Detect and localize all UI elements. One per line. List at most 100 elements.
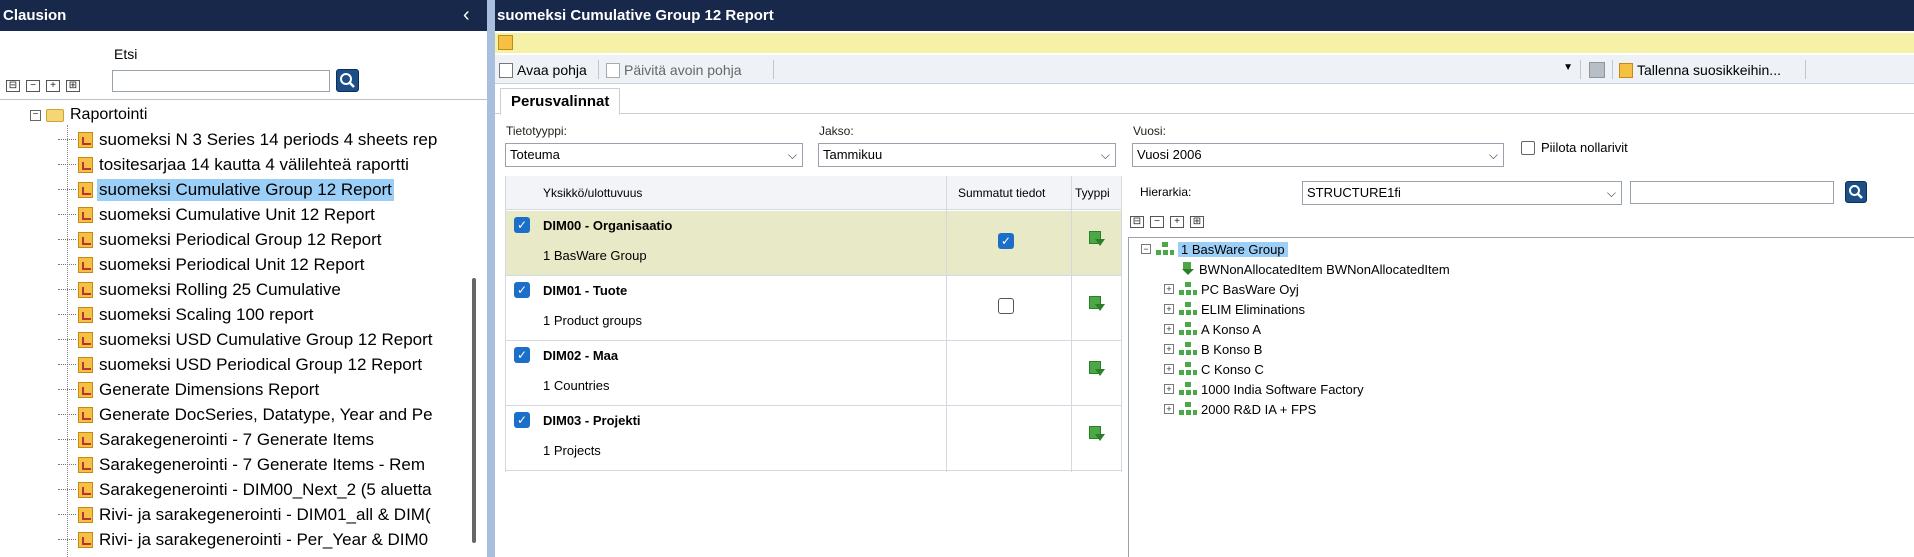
hierarchy-node[interactable]: +2000 R&D IA + FPS [1164, 399, 1316, 419]
tree-item[interactable]: Generate Dimensions Report [58, 377, 321, 402]
hierarchy-node[interactable]: + ELIM Eliminations [1164, 299, 1305, 319]
tree-item[interactable]: suomeksi USD Cumulative Group 12 Report [58, 327, 435, 352]
datatype-select[interactable]: Toteuma ⌵ [505, 143, 803, 167]
table-row[interactable]: ✓ DIM02 - Maa 1 Countries [505, 341, 1122, 406]
table-row[interactable]: ✓ DIM03 - Projekti 1 Projects [505, 406, 1122, 471]
tree-item-label: tositesarjaa 14 kautta 4 välilehteä rapo… [99, 154, 409, 174]
collapse-all-icon[interactable]: ⊟ [1130, 216, 1144, 228]
tab-basic-selections[interactable]: Perusvalinnat [500, 88, 621, 115]
toolbar-separator [1612, 60, 1613, 79]
tree-item[interactable]: suomeksi N 3 Series 14 periods 4 sheets … [58, 127, 439, 152]
expand-level-icon[interactable]: + [46, 80, 60, 92]
year-select[interactable]: Vuosi 2006 ⌵ [1132, 143, 1504, 167]
collapse-level-icon[interactable]: − [26, 80, 40, 92]
hierarchy-node[interactable]: + C Konso C [1164, 359, 1264, 379]
hierarchy-node[interactable]: + PC BasWare Oyj [1164, 279, 1299, 299]
open-document-icon [499, 62, 513, 78]
hierarchy-search-button[interactable] [1845, 181, 1867, 203]
hierarchy-root[interactable]: − 1 BasWare Group [1141, 239, 1288, 259]
tree-item[interactable]: suomeksi Cumulative Unit 12 Report [58, 202, 377, 227]
hierarchy-search-input[interactable] [1630, 181, 1834, 204]
expand-all-icon[interactable]: ⊞ [66, 80, 80, 92]
tab-strip: Perusvalinnat [495, 86, 1914, 115]
save-favorites-button[interactable]: Tallenna suosikkeihin... [1619, 59, 1781, 81]
row-checkbox[interactable]: ✓ [514, 347, 530, 363]
expand-all-icon[interactable]: ⊞ [1190, 216, 1204, 228]
dimension-type-icon[interactable] [1087, 426, 1105, 442]
hide-zero-rows[interactable]: Piilota nollarivit [1521, 140, 1628, 155]
summed-checkbox[interactable] [998, 298, 1014, 314]
tree-item-label: suomeksi Periodical Unit 12 Report [99, 254, 365, 274]
dimension-type-icon[interactable] [1087, 361, 1105, 377]
collapse-node-icon[interactable]: − [1141, 244, 1151, 254]
tree-connector [58, 364, 76, 365]
tree-item-label: Sarakegenerointi - DIM00_Next_2 (5 aluet… [99, 479, 432, 499]
expand-node-icon[interactable]: + [1164, 304, 1174, 314]
expand-level-icon[interactable]: + [1170, 216, 1184, 228]
tree-item[interactable]: suomeksi Rolling 25 Cumulative [58, 277, 343, 302]
search-input[interactable] [112, 70, 330, 92]
row-checkbox[interactable]: ✓ [514, 412, 530, 428]
tree-item[interactable]: Sarakegenerointi - 7 Generate Items - Re… [58, 452, 427, 477]
tree-item[interactable]: Rivi- ja sarakegenerointi - Per_Year & D… [58, 527, 430, 552]
grid-line [505, 176, 506, 472]
hierarchy-select[interactable]: STRUCTURE1fi ⌵ [1302, 181, 1622, 205]
summed-checkbox[interactable]: ✓ [998, 233, 1014, 249]
tree-item[interactable]: suomeksi Periodical Unit 12 Report [58, 252, 367, 277]
tree-item[interactable]: suomeksi Scaling 100 report [58, 302, 316, 327]
update-template-button[interactable]: Päivitä avoin pohja [606, 59, 742, 81]
collapse-panel-icon[interactable]: ‹ [463, 5, 479, 25]
dimension-value[interactable]: 1 Countries [543, 378, 609, 393]
hide-zero-checkbox[interactable] [1521, 140, 1535, 155]
expand-node-icon[interactable]: + [1164, 324, 1174, 334]
expand-node-icon[interactable]: + [1164, 344, 1174, 354]
hierarchy-node[interactable]: BWNonAllocatedItem BWNonAllocatedItem [1181, 259, 1450, 279]
scrollbar[interactable] [472, 278, 476, 543]
tree-item[interactable]: Sarakegenerointi - 7 Generate Items [58, 427, 376, 452]
collapse-level-icon[interactable]: − [1150, 216, 1164, 228]
tree-item[interactable]: tositesarjaa 14 kautta 4 välilehteä rapo… [58, 152, 411, 177]
expand-node-icon[interactable]: + [1164, 284, 1174, 294]
tree-connector [58, 389, 76, 390]
period-select[interactable]: Tammikuu ⌵ [818, 143, 1116, 167]
period-label: Jakso: [819, 124, 854, 138]
save-icon[interactable] [1589, 62, 1605, 78]
tree-item[interactable]: Generate DocSeries, Datatype, Year and P… [58, 402, 435, 427]
dimension-type-icon[interactable] [1087, 231, 1105, 247]
collapse-node-icon[interactable]: − [30, 109, 41, 121]
search-button[interactable] [336, 69, 359, 92]
dimension-value[interactable]: 1 BasWare Group [543, 248, 647, 263]
divider [0, 99, 487, 100]
hierarchy-node[interactable]: +1000 India Software Factory [1164, 379, 1364, 399]
tree-item[interactable]: suomeksi Periodical Group 12 Report [58, 227, 384, 252]
hierarchy-node-label: 2000 R&D IA + FPS [1201, 401, 1317, 417]
panel-splitter[interactable] [487, 0, 495, 557]
report-icon [78, 381, 93, 398]
expand-node-icon[interactable]: + [1164, 404, 1174, 414]
toolbar: Avaa pohja Päivitä avoin pohja ▼ Tallenn… [495, 55, 1914, 84]
dimension-type-icon[interactable] [1087, 296, 1105, 312]
report-icon[interactable] [498, 35, 513, 50]
expand-node-icon[interactable]: + [1164, 384, 1174, 394]
tree-item-label: Sarakegenerointi - 7 Generate Items - Re… [99, 454, 425, 474]
hierarchy-node[interactable]: + A Konso A [1164, 319, 1261, 339]
tree-connector [58, 339, 76, 340]
expand-node-icon[interactable]: + [1164, 364, 1174, 374]
tree-item[interactable]: suomeksi USD Periodical Group 12 Report [58, 352, 424, 377]
table-row[interactable]: ✓ DIM01 - Tuote 1 Product groups [505, 276, 1122, 341]
open-template-button[interactable]: Avaa pohja [499, 59, 587, 81]
collapse-all-icon[interactable]: ⊟ [6, 80, 20, 92]
favorites-dropdown[interactable]: ▼ [1063, 59, 1573, 81]
dimension-value[interactable]: 1 Product groups [543, 313, 642, 328]
row-checkbox[interactable]: ✓ [514, 217, 530, 233]
table-row[interactable]: ✓ DIM00 - Organisaatio 1 BasWare Group ✓ [505, 211, 1122, 276]
tree-root[interactable]: − Raportointi [30, 103, 147, 127]
hierarchy-node[interactable]: + B Konso B [1164, 339, 1262, 359]
row-checkbox[interactable]: ✓ [514, 282, 530, 298]
tree-item[interactable]: Rivi- ja sarakegenerointi - DIM01_all & … [58, 502, 433, 527]
toolbar-separator [598, 60, 599, 79]
dimension-value[interactable]: 1 Projects [543, 443, 601, 458]
tree-item[interactable]: Sarakegenerointi - DIM00_Next_2 (5 aluet… [58, 477, 434, 502]
tree-item[interactable]: suomeksi Cumulative Group 12 Report [58, 177, 394, 202]
tree-item-label: suomeksi Cumulative Group 12 Report [97, 178, 394, 201]
